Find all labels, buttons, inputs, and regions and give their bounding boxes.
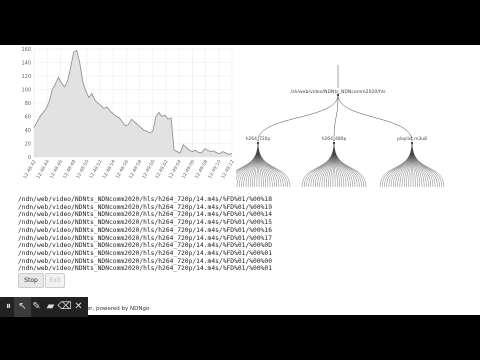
name-log-list: /ndn/web/video/NDNts_NDNcomm2020/hls/h26…: [18, 196, 272, 273]
close-icon[interactable]: ✕: [70, 297, 87, 317]
x-tick-label: 12:48:54: [101, 159, 117, 180]
x-tick-label: 12:49:02: [154, 159, 170, 180]
x-tick-label: 12:48:56: [115, 159, 131, 180]
log-line: /ndn/web/video/NDNts_NDNcomm2020/hls/h26…: [18, 226, 273, 234]
tree-child-label: h264_480p: [322, 136, 347, 142]
x-tick-label: 12:49:00: [141, 159, 157, 180]
y-tick-label: 0: [28, 155, 31, 161]
log-line: /ndn/web/video/NDNts_NDNcomm2020/hls/h26…: [18, 265, 273, 273]
tree-leaf-fan: [301, 142, 367, 188]
y-tick-label: 20: [25, 141, 31, 147]
x-tick-label: 12:49:12: [220, 159, 236, 180]
x-tick-label: 12:49:08: [194, 159, 210, 180]
log-line: /ndn/web/video/NDNts_NDNcomm2020/hls/h26…: [18, 257, 273, 265]
tree-edge: [257, 94, 339, 142]
annotation-toolbar: ⏸ ↖ ✎ ▰ ⌫ ✕: [0, 297, 88, 317]
tree-leaf-fan: [379, 142, 445, 188]
tree-edge: [337, 94, 413, 142]
x-tick-label: 12:49:04: [167, 159, 183, 180]
log-line: /ndn/web/video/NDNts_NDNcomm2020/hls/h26…: [18, 234, 273, 242]
x-tick-label: 12:48:50: [75, 159, 91, 180]
x-tick-label: 12:48:52: [88, 159, 104, 180]
y-tick-label: 140: [21, 60, 31, 66]
log-line: /ndn/web/video/NDNts_NDNcomm2020/hls/h26…: [18, 203, 273, 211]
log-line: /ndn/web/video/NDNts_NDNcomm2020/hls/h26…: [18, 249, 273, 257]
tree-leaf-fan: [236, 142, 291, 188]
x-tick-label: 12:48:44: [35, 159, 51, 180]
x-tick-label: 12:48:48: [62, 159, 78, 180]
throughput-chart: 02040608010012014016012:48:4212:48:4412:…: [21, 47, 236, 180]
y-tick-label: 120: [21, 74, 31, 80]
series-area: [34, 50, 232, 157]
x-tick-label: 12:48:58: [128, 159, 144, 180]
y-tick-label: 80: [25, 101, 31, 107]
exit-button[interactable]: Exit: [45, 273, 65, 288]
log-line: /ndn/web/video/NDNts_NDNcomm2020/hls/h26…: [18, 219, 273, 227]
y-tick-label: 40: [25, 128, 31, 134]
log-line: /ndn/web/video/NDNts_NDNcomm2020/hls/h26…: [18, 211, 273, 219]
log-line: /ndn/web/video/NDNts_NDNcomm2020/hls/h26…: [18, 242, 273, 250]
y-tick-label: 60: [25, 114, 31, 120]
tree-child-label: h264_720p: [246, 136, 271, 142]
x-tick-label: 12:49:10: [207, 159, 223, 180]
y-tick-label: 100: [21, 87, 31, 93]
footer-credit: zer, powered by NDNgo: [84, 306, 150, 312]
x-tick-label: 12:48:42: [22, 159, 38, 180]
y-tick-label: 160: [21, 47, 31, 53]
name-tree-diagram: /sh/web/video/NDNts_NDNcomm2020/hlsh264_…: [236, 65, 445, 188]
x-tick-label: 12:48:46: [49, 159, 65, 180]
stop-button[interactable]: Stop: [18, 273, 44, 288]
x-tick-label: 12:49:06: [181, 159, 197, 180]
tree-child-label: playlist.m3u8: [397, 136, 427, 142]
log-line: /ndn/web/video/NDNts_NDNcomm2020/hls/h26…: [18, 196, 273, 203]
tree-edge: [333, 94, 339, 142]
page: 0 20 40 60 80 100 120 140 160 12:48:42 12:48:44 12:…: [0, 45, 480, 315]
